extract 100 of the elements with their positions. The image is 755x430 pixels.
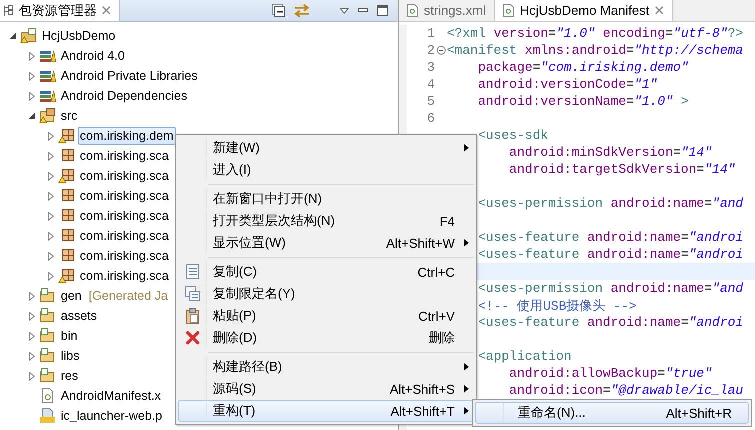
menu-item[interactable]: 复制限定名(Y) [178, 283, 474, 305]
code-line: <manifest xmlns:android="http://schema [447, 43, 744, 58]
code-line: <uses-feature android:name="androi [478, 315, 744, 330]
line-number: 5 [427, 94, 435, 109]
line-number: 2 [427, 43, 435, 58]
library-icon [39, 88, 57, 104]
expand-arrow-icon[interactable] [28, 352, 36, 360]
expand-arrow-icon[interactable] [47, 152, 55, 160]
menu-item[interactable]: 新建(W) [178, 137, 474, 159]
line-number: 6 [427, 111, 435, 126]
tree-item[interactable]: HcjUsbDemo [40, 27, 118, 45]
code-line: android:targetSdkVersion="14" [509, 162, 736, 177]
tab-label: strings.xml [424, 3, 486, 18]
expand-arrow-icon[interactable] [28, 52, 36, 60]
expand-arrow-icon[interactable] [47, 252, 55, 260]
code-line: package="com.irisking.demo" [478, 60, 689, 75]
code-line: <uses-feature android:name="androi [478, 247, 744, 262]
expand-arrow-icon[interactable] [47, 212, 55, 220]
paste-icon [186, 308, 200, 324]
image-file-icon [39, 408, 57, 424]
view-title: 包资源管理器 [19, 2, 97, 20]
tree-item[interactable]: com.irisking.sca [78, 167, 171, 185]
menu-item[interactable]: 粘贴(P) Ctrl+V [178, 305, 474, 327]
tree-item[interactable]: Android Dependencies [59, 87, 190, 105]
expand-arrow-icon[interactable] [28, 72, 36, 80]
folder-icon [39, 368, 57, 384]
menu-item[interactable]: 构建路径(B) [178, 356, 474, 378]
collapse-arrow-icon[interactable] [9, 32, 17, 40]
tree-item[interactable]: src [59, 107, 80, 125]
menu-item[interactable]: 显示位置(W) Alt+Shift+W [178, 232, 474, 254]
code-line: <application [478, 349, 572, 364]
folder-icon [39, 348, 57, 364]
menu-item[interactable]: 进入(I) [178, 159, 474, 181]
menu-item[interactable]: 打开类型层次结构(N) F4 [178, 210, 474, 232]
tree-item[interactable]: Android 4.0 [59, 47, 127, 65]
code-line: <uses-sdk [478, 128, 548, 143]
folder-icon [39, 288, 57, 304]
menu-item[interactable]: 源码(S) Alt+Shift+S [178, 378, 474, 400]
tree-item[interactable]: ic_launcher-web.p [59, 407, 164, 425]
expand-arrow-icon[interactable] [47, 192, 55, 200]
tree-item[interactable]: AndroidManifest.x [59, 387, 164, 405]
close-icon[interactable] [102, 6, 111, 15]
expand-arrow-icon[interactable] [28, 372, 36, 380]
view-tab[interactable]: 包资源管理器 [0, 0, 120, 21]
package-explorer-icon [4, 4, 14, 16]
tree-item[interactable]: com.irisking.sca [78, 187, 171, 205]
tree-item[interactable]: res [59, 367, 80, 385]
menu-item[interactable]: 复制(C) Ctrl+C [178, 261, 474, 283]
tree-item[interactable]: assets [59, 307, 100, 325]
tree-item[interactable]: gen [59, 287, 84, 305]
expand-arrow-icon[interactable] [28, 292, 36, 300]
menu-item[interactable]: 在新窗口中打开(N) [178, 188, 474, 210]
xml-file-icon [407, 4, 418, 17]
expand-arrow-icon[interactable] [47, 232, 55, 240]
code-line: android:versionCode="1" [478, 77, 658, 92]
tree-item[interactable]: com.irisking.sca [78, 227, 171, 245]
tree-item[interactable]: com.irisking.sca [78, 247, 171, 265]
menu-item[interactable]: 重命名(N)... Alt+Shift+R [475, 402, 749, 424]
expand-arrow-icon[interactable] [28, 312, 36, 320]
folder-icon [39, 328, 57, 344]
code-line: android:minSdkVersion="14" [509, 145, 712, 160]
editor-tab[interactable]: strings.xml [399, 0, 494, 21]
menu-item[interactable]: 删除(D) 删除 [178, 327, 474, 349]
fold-icon[interactable] [436, 46, 446, 55]
code-line: <uses-permission android:name="and [478, 281, 744, 296]
line-number: 1 [427, 26, 435, 41]
code-line: <uses-feature android:name="androi [478, 230, 744, 245]
copy-icon [186, 264, 200, 280]
tab-label: HcjUsbDemo Manifest [520, 3, 650, 18]
tree-item[interactable]: com.irisking.sca [78, 267, 171, 285]
code-line: android:icon="@drawable/ic_lau [509, 383, 744, 398]
expand-arrow-icon[interactable] [28, 332, 36, 340]
collapse-arrow-icon[interactable] [28, 112, 36, 120]
link-arrows-icon[interactable] [294, 4, 310, 18]
xml-file-icon [503, 4, 514, 17]
tree-item[interactable]: bin [59, 327, 80, 345]
collapse-all-icon[interactable] [272, 4, 285, 17]
code-line: <?xml version="1.0" encoding="utf-8"?> [447, 26, 744, 41]
tree-item[interactable]: com.irisking.sca [78, 207, 171, 225]
minimize-icon[interactable] [358, 8, 368, 13]
expand-arrow-icon[interactable] [47, 132, 55, 140]
tree-item[interactable]: com.irisking.dem [78, 127, 176, 145]
expand-arrow-icon[interactable] [28, 92, 36, 100]
code-line: <!-- 使用USB摄像头 --> [478, 298, 637, 314]
editor-tab[interactable]: HcjUsbDemo Manifest [494, 0, 674, 21]
code-line: android:allowBackup="true" [509, 366, 712, 381]
menu-item[interactable]: 重构(T) Alt+Shift+T [178, 400, 474, 422]
folder-icon [39, 308, 57, 324]
expand-arrow-icon[interactable] [47, 172, 55, 180]
tree-item[interactable]: com.irisking.sca [78, 147, 171, 165]
close-icon[interactable] [655, 6, 664, 15]
maximize-icon[interactable] [377, 5, 388, 16]
tree-item[interactable]: Android Private Libraries [59, 67, 200, 85]
tree-item[interactable]: libs [59, 347, 82, 365]
library-icon [39, 68, 57, 84]
expand-arrow-icon[interactable] [47, 272, 55, 280]
line-number: 3 [427, 60, 435, 75]
copy-icon [184, 286, 200, 302]
view-menu-icon[interactable] [340, 8, 349, 14]
line-number: 4 [427, 77, 435, 92]
